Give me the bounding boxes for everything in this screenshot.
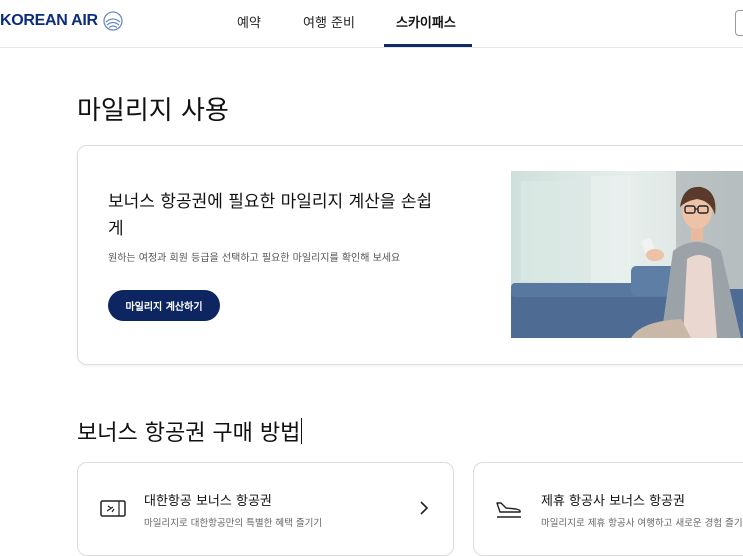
nav-item-skypass[interactable]: 스카이패스 xyxy=(396,12,456,31)
chevron-right-icon xyxy=(420,501,429,515)
korean-air-bonus-ticket-desc: 마일리지로 대한항공만의 특별한 혜택 즐기기 xyxy=(144,518,323,529)
korean-air-bonus-ticket-card[interactable] xyxy=(77,462,454,556)
partner-bonus-ticket-title: 제휴 항공사 보너스 항공권 xyxy=(541,494,685,509)
taeguk-logo-icon xyxy=(103,11,123,31)
partner-bonus-ticket-desc: 마일리지로 제휴 항공사 여행하고 새로운 경험 즐기기 xyxy=(541,518,743,529)
logo-text: KOREAN AIR xyxy=(0,12,98,29)
active-tab-indicator xyxy=(384,44,472,47)
ticket-icon xyxy=(100,500,126,517)
woman-with-phone-illustration xyxy=(511,171,743,338)
calculator-subtitle: 원하는 여정과 회원 등급을 선택하고 필요한 마일리지를 확인해 보세요 xyxy=(108,253,401,264)
purchase-methods-title-text: 보너스 항공권 구매 방법 xyxy=(77,421,301,446)
nav-item-reservation[interactable]: 예약 xyxy=(237,12,261,31)
korean-air-bonus-ticket-title: 대한항공 보너스 항공권 xyxy=(144,494,272,509)
hero-photo xyxy=(511,171,743,338)
calculator-title: 보너스 항공권에 필요한 마일리지 계산을 손쉽게 xyxy=(108,192,433,239)
text-cursor xyxy=(301,418,303,444)
airplane-landing-icon xyxy=(496,502,521,518)
page-title: 마일리지 사용 xyxy=(77,96,229,126)
top-header: KOREAN AIR 예약 여행 준비 스카이패스 xyxy=(0,0,743,48)
nav-item-travel-prep[interactable]: 여행 준비 xyxy=(303,12,355,31)
header-action-button[interactable] xyxy=(735,10,743,36)
mileage-calculator-button[interactable]: 마일리지 계산하기 xyxy=(108,290,220,321)
korean-air-logo[interactable]: KOREAN AIR xyxy=(0,10,124,32)
purchase-methods-title: 보너스 항공권 구매 방법 xyxy=(77,415,303,447)
